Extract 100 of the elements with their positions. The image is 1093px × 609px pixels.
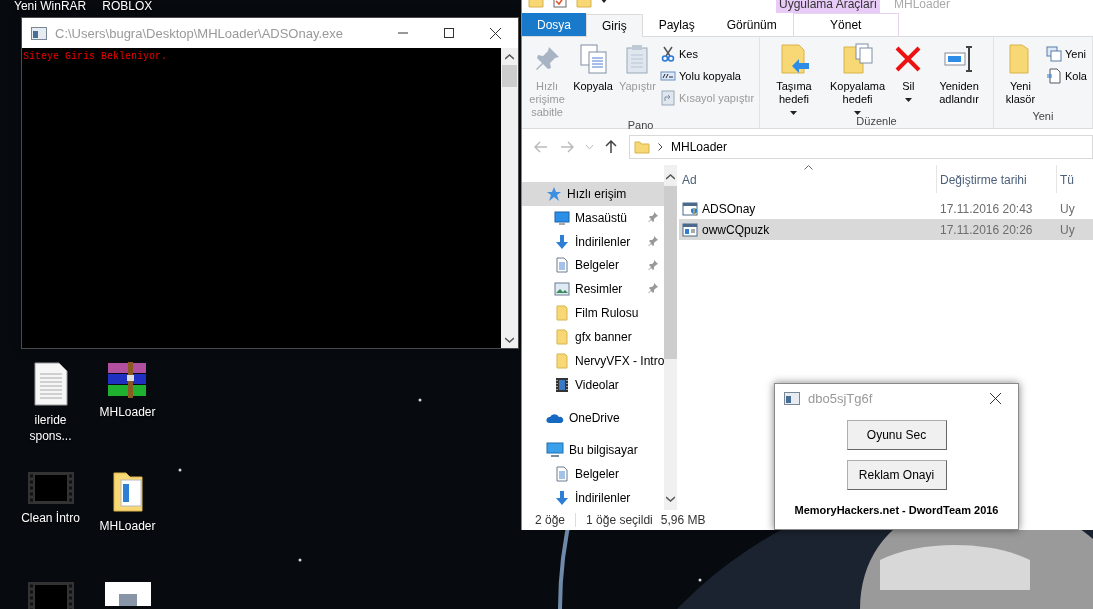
- scroll-thumb[interactable]: [502, 65, 517, 87]
- icon-label[interactable]: Yeni WinRAR: [14, 0, 87, 12]
- file-name[interactable]: owwCQpuzk: [679, 221, 937, 238]
- page-icon: [1045, 67, 1062, 84]
- copy-icon: [577, 43, 609, 75]
- nav-item[interactable]: İndirilenler: [522, 229, 664, 254]
- window-title: C:\Users\bugra\Desktop\MHLoader\ADSOnay.exe: [55, 25, 345, 41]
- console-output: Siteye Giris Bekleniyor.: [22, 50, 169, 64]
- window-title: MHLoader: [893, 0, 951, 13]
- ribbon-button[interactable]: Kola: [1045, 66, 1089, 85]
- path-segment[interactable]: MHLoader: [671, 140, 728, 154]
- app-icon: [31, 25, 47, 41]
- scroll-thumb[interactable]: [664, 186, 677, 359]
- document-icon: [554, 466, 570, 483]
- ribbon-tab[interactable]: Dosya: [522, 13, 586, 36]
- nav-item[interactable]: Bu bilgisayar: [522, 438, 664, 463]
- column-header[interactable]: Tü: [1057, 165, 1093, 193]
- icon-label[interactable]: ROBLOX: [102, 0, 153, 12]
- close-icon[interactable]: [989, 392, 1001, 404]
- maximize-icon[interactable]: [444, 28, 454, 38]
- pin-icon: [648, 235, 658, 246]
- dialog-button[interactable]: Oyunu Sec: [846, 420, 947, 450]
- monitor-icon: [554, 209, 570, 226]
- file-name[interactable]: ADSOnay: [679, 200, 937, 217]
- caret-icon: [790, 111, 798, 115]
- group-label: Pano: [626, 119, 655, 131]
- scrollbar[interactable]: [501, 48, 518, 348]
- download-icon: [554, 233, 570, 250]
- file-row[interactable]: ADSOnay 17.11.2016 20:43 Uy: [679, 198, 1093, 219]
- nav-item[interactable]: OneDrive: [522, 405, 664, 430]
- nav-item[interactable]: Resimler: [522, 277, 664, 302]
- table-cell-text: 17.11.2016 20:26: [939, 222, 1034, 237]
- icon-label[interactable]: MHLoader: [90, 518, 165, 534]
- status-text: 5,96 MB: [660, 513, 706, 527]
- ribbon-button[interactable]: Yolu kopyala: [660, 66, 757, 85]
- window-title: dbo5sjTg6f: [808, 390, 874, 406]
- close-icon[interactable]: [489, 27, 501, 39]
- group-label: Yeni: [1031, 110, 1055, 124]
- nav-item[interactable]: Belgeler: [522, 253, 664, 278]
- shortcut-icon: [660, 89, 676, 106]
- table-cell-text: 17.11.2016 20:43: [939, 201, 1034, 216]
- scrollbar[interactable]: [664, 165, 677, 510]
- status-text: 2 öğe: [535, 513, 566, 527]
- thumbnail-icon[interactable]: [104, 582, 151, 606]
- ribbon-button[interactable]: Kes: [660, 44, 757, 63]
- ribbon-button[interactable]: Yeni klasör: [996, 43, 1044, 110]
- ribbon-button[interactable]: Kopyalama hedefi: [826, 43, 889, 115]
- nav-item[interactable]: Belgeler: [522, 462, 664, 487]
- ribbon-tab[interactable]: Paylaş: [642, 13, 711, 36]
- column-header[interactable]: Değiştirme tarihi: [937, 165, 1057, 193]
- document-icon[interactable]: [32, 362, 69, 406]
- scissors-icon: [660, 45, 676, 62]
- table-cell-text: Uy: [1059, 222, 1076, 237]
- icon-label[interactable]: ileride spons...: [13, 412, 88, 444]
- nav-item[interactable]: Masaüstü: [522, 205, 664, 230]
- ribbon-tab[interactable]: Görünüm: [710, 13, 793, 36]
- folder-icon[interactable]: [111, 472, 144, 512]
- context-tab-header: Uygulama Araçları: [776, 0, 880, 13]
- ribbon-button[interactable]: Yeniden adlandır: [928, 43, 990, 115]
- table-cell-text: Uy: [1059, 201, 1076, 216]
- column-header[interactable]: Ad: [679, 165, 937, 193]
- pin-icon: [648, 283, 658, 294]
- icon-label[interactable]: MHLoader: [90, 404, 165, 420]
- footer-text: MemoryHackers.net - DwordTeam 2016: [794, 504, 999, 516]
- ribbon-button[interactable]: Yeni: [1045, 44, 1089, 63]
- dialog-button[interactable]: Reklam Onayi: [846, 460, 947, 490]
- icon-label[interactable]: Clean İntro: [13, 510, 88, 526]
- nav-item[interactable]: Hızlı erişim: [522, 182, 664, 206]
- nav-item[interactable]: Videolar: [522, 372, 664, 397]
- nav-item[interactable]: NervyVFX - Intro: [522, 348, 664, 373]
- caret-icon: [904, 98, 912, 102]
- nav-item[interactable]: İndirilenler: [522, 486, 664, 510]
- chevron-icon: [658, 143, 663, 151]
- picture-icon: [554, 281, 570, 298]
- nav-item[interactable]: Film Rulosu: [522, 301, 664, 326]
- status-text: 1 öğe seçildi: [586, 513, 653, 527]
- address-bar[interactable]: MHLoader: [629, 135, 1093, 159]
- folder-icon: [554, 352, 570, 369]
- star-icon: [546, 185, 562, 202]
- folder-pages-icon: [841, 43, 874, 75]
- up-icon[interactable]: [605, 140, 617, 154]
- new-item-icon: [1045, 45, 1062, 62]
- ribbon-button[interactable]: Taşıma hedefi: [763, 43, 825, 115]
- ribbon-button[interactable]: Kopyala: [571, 43, 615, 119]
- file-row[interactable]: owwCQpuzk 17.11.2016 20:26 Uy: [679, 219, 1093, 240]
- folder-icon: [634, 139, 650, 155]
- app-icon: [682, 221, 698, 238]
- download-icon: [554, 490, 570, 507]
- folder-icon: [554, 305, 570, 322]
- pin-icon: [648, 259, 658, 270]
- nav-item[interactable]: gfx banner: [522, 325, 664, 349]
- folder-icon: [554, 329, 570, 345]
- caret-icon: [854, 111, 861, 115]
- cloud-icon: [546, 411, 564, 424]
- ribbon-tab[interactable]: Giriş: [586, 14, 643, 37]
- app-icon: [682, 200, 698, 217]
- ribbon-button[interactable]: Sil: [890, 43, 927, 115]
- computer-icon: [546, 442, 564, 459]
- film-icon: [554, 376, 570, 393]
- pin-icon: [648, 211, 658, 222]
